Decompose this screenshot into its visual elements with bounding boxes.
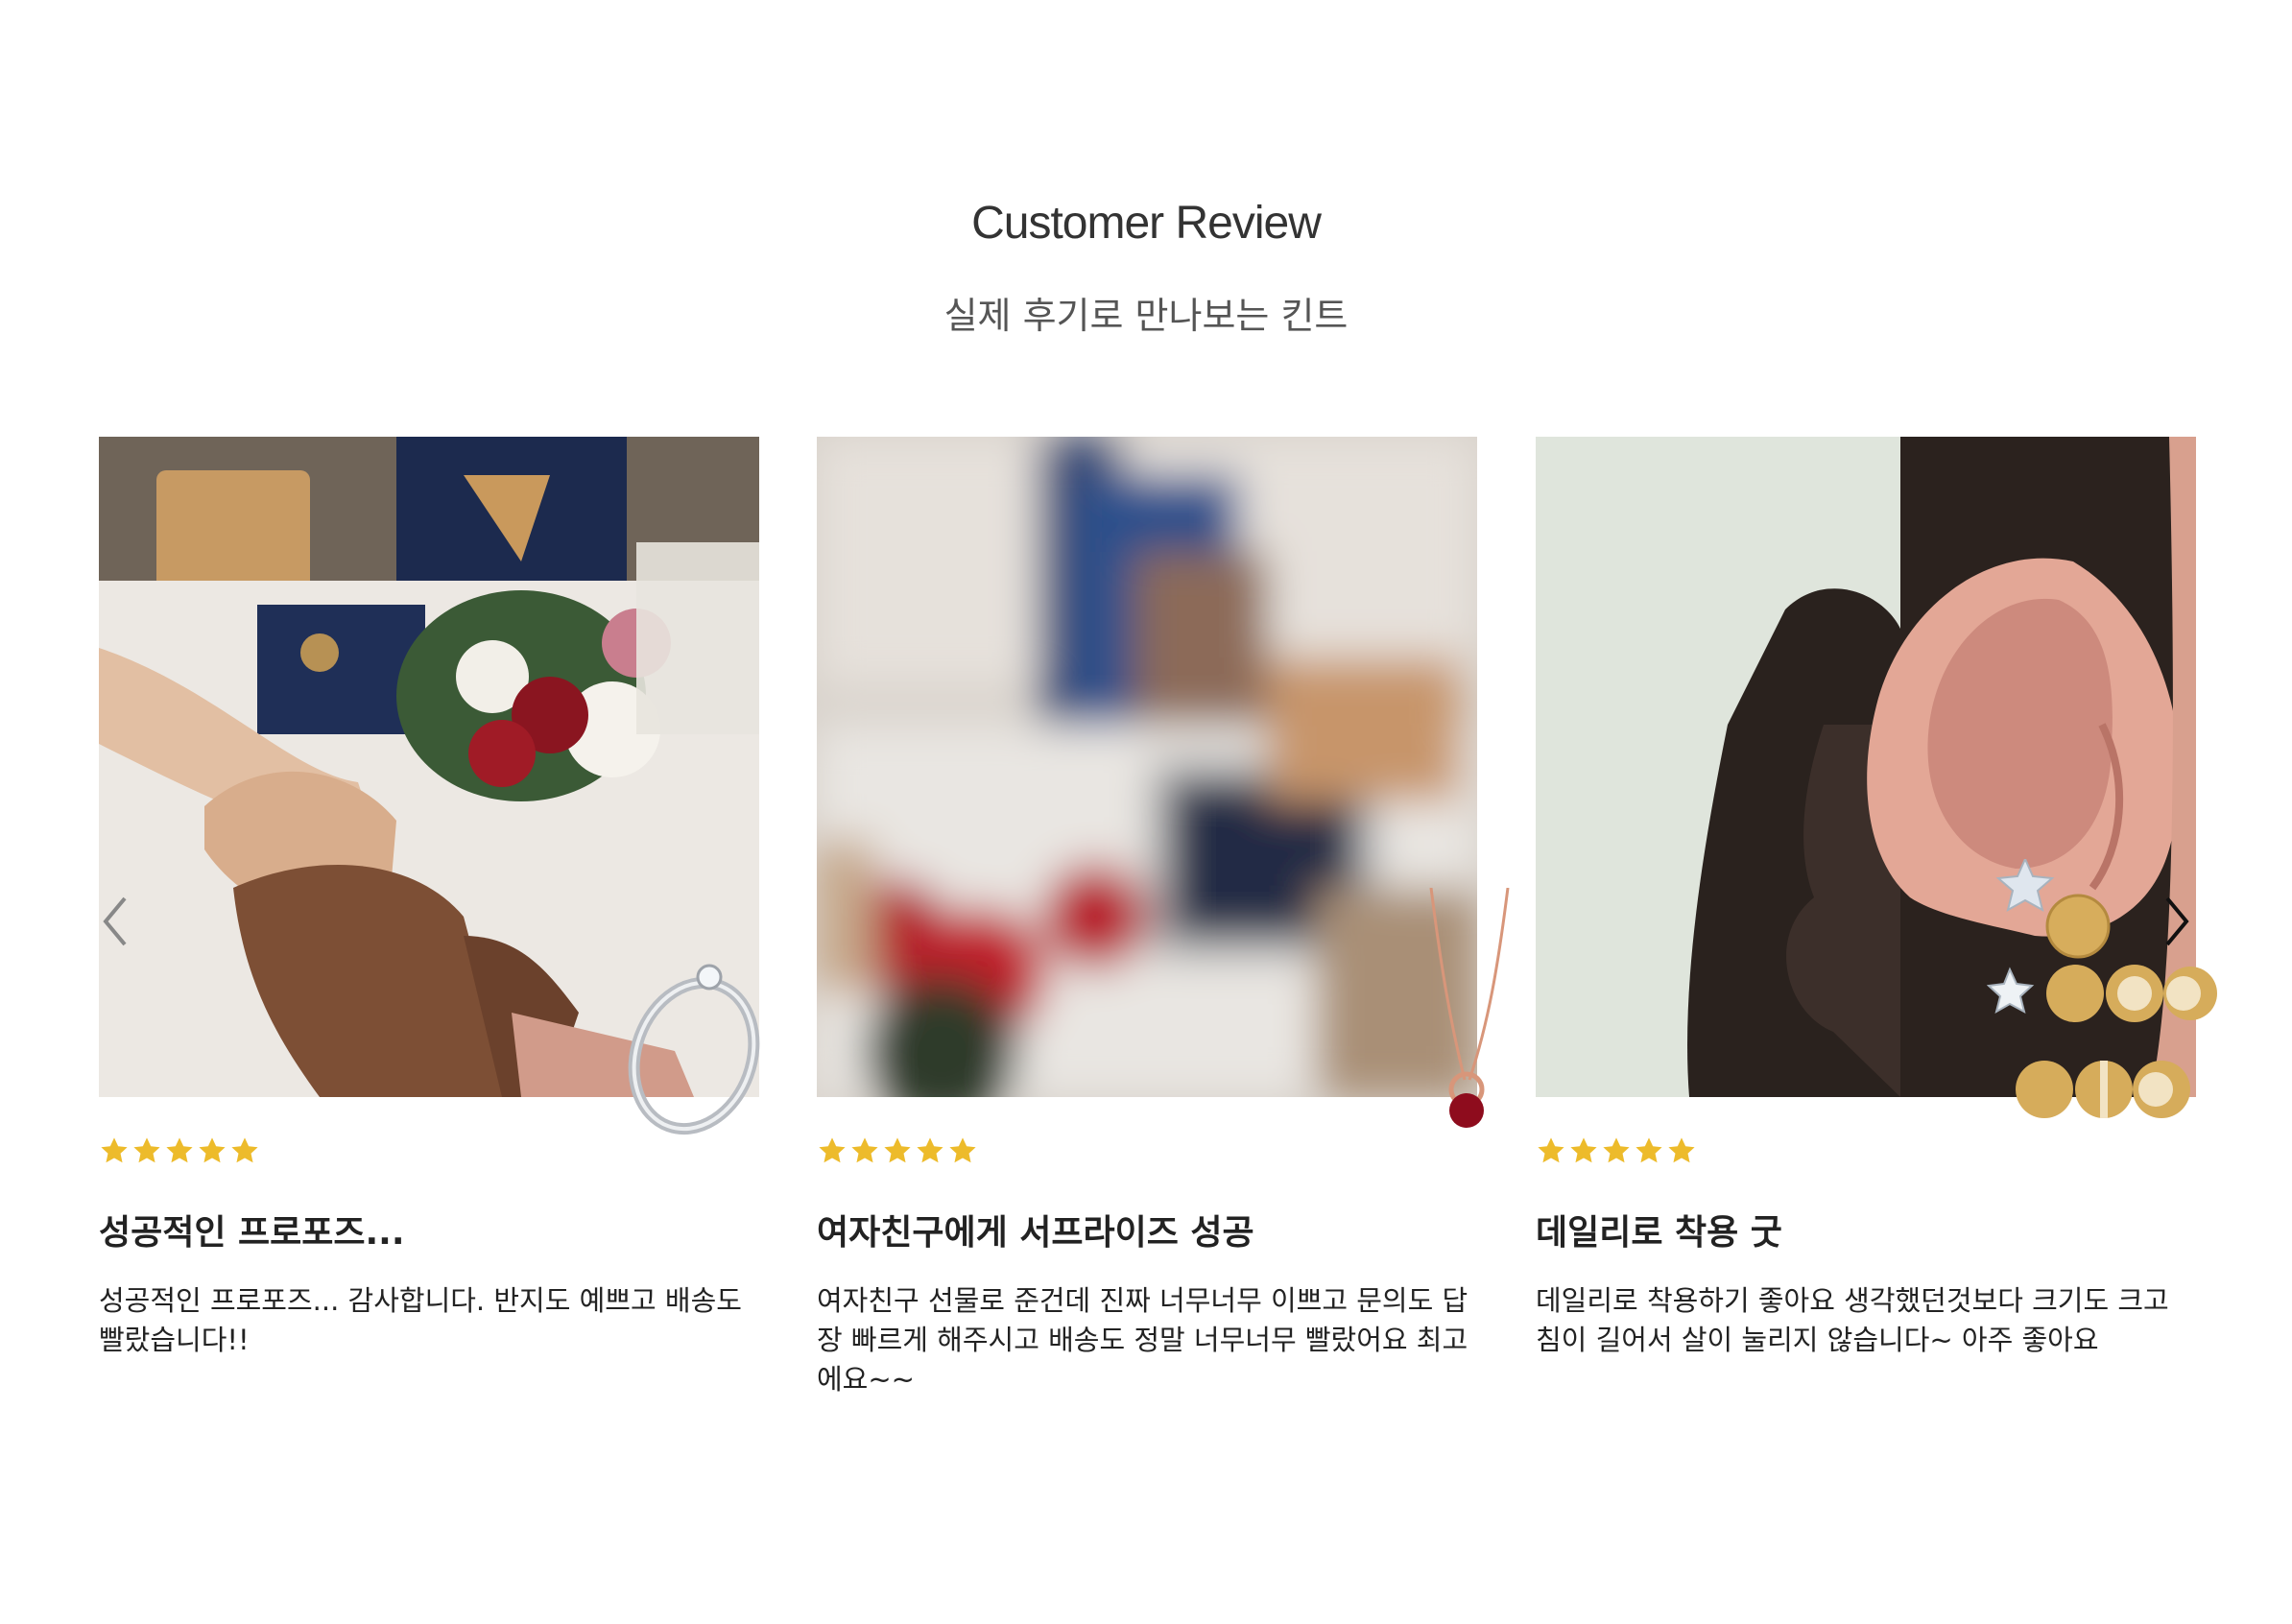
rose-gold-necklace-product-image <box>1429 888 1510 1128</box>
star-icon <box>884 1137 911 1163</box>
review-photo[interactable] <box>1536 437 2217 1118</box>
star-icon <box>1603 1137 1630 1163</box>
silver-ring-product-image <box>628 964 760 1135</box>
star-icon <box>231 1137 258 1163</box>
star-rating <box>817 1135 978 1166</box>
star-rating <box>1536 1135 1697 1166</box>
star-icon <box>166 1137 193 1163</box>
carousel-prev-button[interactable] <box>96 893 134 950</box>
star-icon <box>1570 1137 1597 1163</box>
review-photo[interactable] <box>817 437 1510 1128</box>
blurred-gift-photo-image <box>817 437 1477 1097</box>
review-photo[interactable] <box>99 437 760 1135</box>
star-icon <box>917 1137 943 1163</box>
review-card[interactable]: 성공적인 프로포즈... 성공적인 프로포즈... 감사합니다. 반지도 예쁘고… <box>99 437 760 1356</box>
star-rating <box>99 1135 260 1166</box>
chevron-left-icon <box>103 896 127 946</box>
star-icon <box>1635 1137 1662 1163</box>
review-card[interactable]: 여자친구에게 서프라이즈 성공 여자친구 선물로 준건데 진짜 너무너무 이쁘고… <box>817 437 1510 1396</box>
review-title[interactable]: 여자친구에게 서프라이즈 성공 <box>817 1205 1254 1254</box>
carousel-next-button[interactable] <box>2158 893 2196 950</box>
review-body: 데일리로 착용하기 좋아요 생각했던것보다 크기도 크고 침이 길어서 살이 눌… <box>1536 1284 2169 1356</box>
star-icon <box>819 1137 846 1163</box>
chevron-right-icon <box>2165 896 2189 946</box>
star-icon <box>199 1137 226 1163</box>
review-body: 성공적인 프로포즈... 감사합니다. 반지도 예쁘고 배송도 빨랐습니다!! <box>99 1284 742 1356</box>
review-body: 여자친구 선물로 준건데 진짜 너무너무 이쁘고 문의도 답장 빠르게 해주시고… <box>817 1284 1468 1396</box>
review-title[interactable]: 성공적인 프로포즈... <box>99 1205 405 1254</box>
star-icon <box>1538 1137 1564 1163</box>
star-icon <box>949 1137 976 1163</box>
review-title[interactable]: 데일리로 착용 굿 <box>1536 1205 1782 1254</box>
star-icon <box>851 1137 878 1163</box>
star-icon <box>133 1137 160 1163</box>
star-icon <box>101 1137 128 1163</box>
star-icon <box>1668 1137 1695 1163</box>
review-card[interactable]: 데일리로 착용 굿 데일리로 착용하기 좋아요 생각했던것보다 크기도 크고 침… <box>1536 437 2217 1356</box>
review-carousel: 성공적인 프로포즈... 성공적인 프로포즈... 감사합니다. 반지도 예쁘고… <box>0 0 2292 1624</box>
